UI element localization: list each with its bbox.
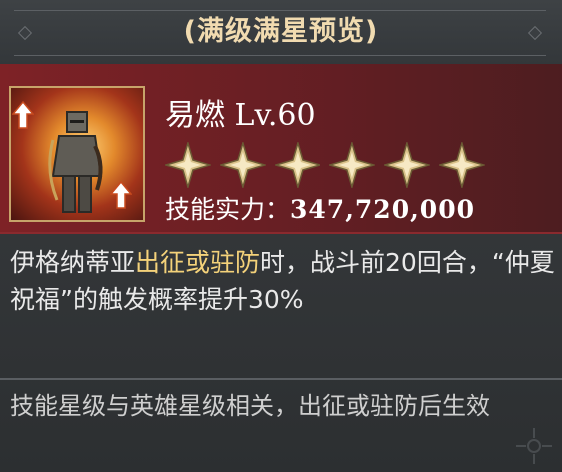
star-icon — [274, 142, 321, 188]
star-icon — [329, 142, 376, 188]
skill-description: 伊格纳蒂亚出征或驻防时，战斗前20回合，“仲夏祝福”的触发概率提升30% — [10, 244, 556, 318]
skill-power-label: 技能实力： — [165, 195, 291, 224]
tooltip-header: (满级满星预览) — [0, 0, 562, 64]
description-highlight: 出征或驻防 — [135, 248, 261, 277]
up-arrow-icon — [110, 180, 132, 209]
skill-star-rating — [165, 142, 485, 188]
star-icon — [439, 142, 485, 188]
up-arrow-icon — [12, 100, 34, 129]
star-icon — [219, 142, 266, 188]
armored-knight-icon — [48, 111, 103, 213]
header-title: (满级满星预览) — [183, 16, 379, 47]
ornament-flower-icon — [516, 428, 552, 464]
description-text-start: 伊格纳蒂亚 — [10, 248, 136, 277]
star-icon — [384, 142, 431, 188]
section-divider — [0, 378, 562, 380]
star-icon — [165, 142, 211, 188]
skill-power: 技能实力：347,720,000 — [165, 190, 475, 226]
skill-tooltip-panel: (满级满星预览) 易燃 Lv.60 技能实力：347,720,000 伊格纳蒂亚… — [0, 0, 562, 472]
skill-level: Lv.60 — [234, 98, 316, 133]
skill-name-level: 易燃 Lv.60 — [165, 90, 316, 134]
skill-power-value: 347,720,000 — [290, 195, 475, 224]
star-level-note: 技能星级与英雄星级相关，出征或驻防后生效 — [10, 392, 490, 420]
skill-name: 易燃 — [165, 98, 225, 133]
